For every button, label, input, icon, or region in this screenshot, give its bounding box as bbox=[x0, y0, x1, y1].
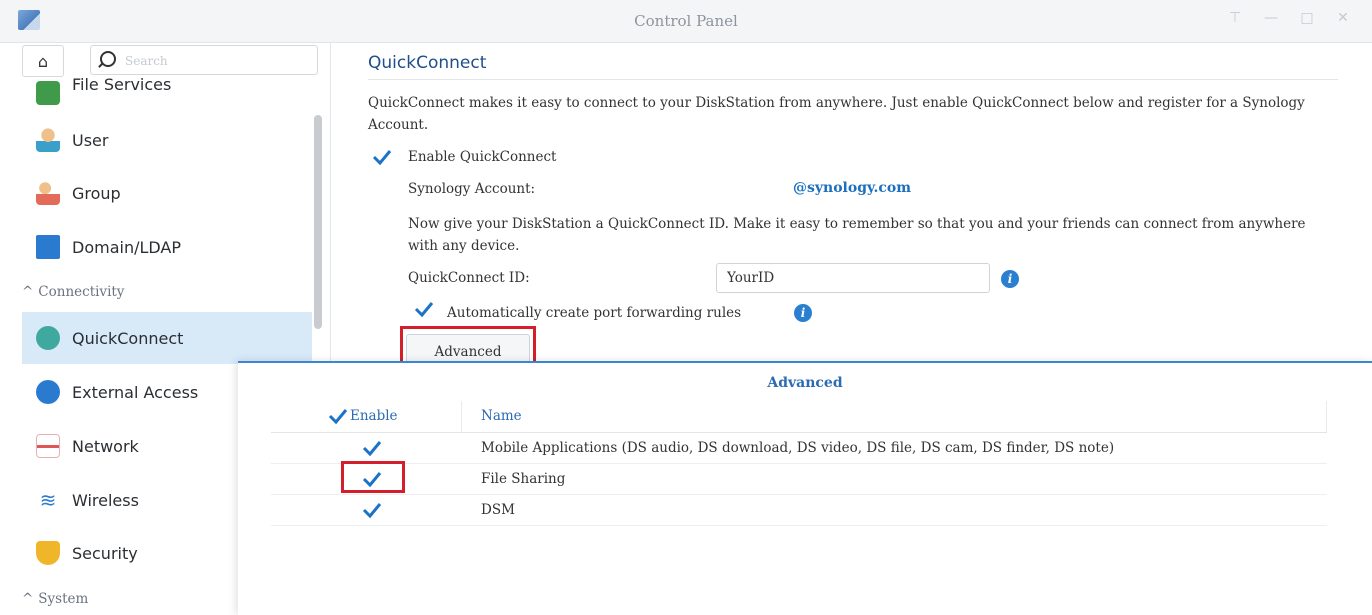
sidebar-item-label: Network bbox=[72, 436, 139, 456]
checkmark-icon bbox=[414, 302, 434, 318]
checkmark-icon bbox=[328, 409, 348, 425]
quickconnect-id-description: Now give your DiskStation a QuickConnect… bbox=[408, 216, 1306, 254]
port-forwarding-checkbox[interactable] bbox=[414, 300, 434, 318]
file-services-icon bbox=[36, 81, 60, 105]
synology-account-value: @synology.com bbox=[793, 180, 912, 196]
group-icon bbox=[36, 181, 60, 205]
sidebar-item-domain-ldap[interactable]: Domain/LDAP bbox=[22, 222, 312, 272]
sidebar-item-file-services[interactable]: File Services bbox=[22, 61, 312, 111]
wifi-icon: ≋ bbox=[39, 488, 57, 512]
row-name: File Sharing bbox=[481, 471, 566, 487]
globe-icon bbox=[36, 380, 60, 404]
sidebar-item-label: Security bbox=[72, 543, 138, 563]
close-icon[interactable]: ✕ bbox=[1336, 11, 1350, 25]
info-icon[interactable]: i bbox=[794, 304, 812, 322]
checkmark-icon bbox=[362, 441, 382, 457]
quickconnect-description: QuickConnect makes it easy to connect to… bbox=[368, 95, 1305, 133]
sidebar-item-label: QuickConnect bbox=[72, 328, 184, 348]
advanced-dialog: Advanced Enable Name Mobile Applications… bbox=[238, 361, 1372, 615]
sidebar-item-label: File Services bbox=[72, 75, 172, 94]
highlight-box-file-sharing bbox=[341, 461, 405, 493]
row-name: DSM bbox=[481, 502, 515, 518]
checkmark-icon bbox=[372, 150, 392, 166]
quickconnect-id-input[interactable] bbox=[716, 263, 990, 293]
page-title: QuickConnect bbox=[368, 53, 487, 73]
table-header: Enable Name bbox=[271, 401, 1327, 433]
user-icon bbox=[36, 128, 60, 152]
sidebar-item-label: External Access bbox=[72, 382, 199, 402]
checkmark-icon bbox=[362, 503, 382, 519]
section-system[interactable]: ^ System bbox=[22, 591, 88, 607]
table-row[interactable]: Mobile Applications (DS audio, DS downlo… bbox=[271, 433, 1327, 464]
column-separator bbox=[461, 401, 462, 432]
minimize-icon[interactable]: — bbox=[1264, 11, 1278, 25]
table-row[interactable]: File Sharing bbox=[271, 464, 1327, 495]
synology-account-label: Synology Account: bbox=[408, 181, 536, 197]
row-name: Mobile Applications (DS audio, DS downlo… bbox=[481, 440, 1115, 456]
chevron-up-icon: ^ bbox=[22, 284, 34, 300]
pin-icon[interactable]: ⊤ bbox=[1228, 11, 1242, 25]
dialog-title: Advanced bbox=[767, 375, 843, 391]
select-all-checkbox[interactable] bbox=[328, 407, 348, 425]
network-home-icon bbox=[36, 434, 60, 458]
column-header-name[interactable]: Name bbox=[481, 408, 522, 424]
port-forwarding-label: Automatically create port forwarding rul… bbox=[447, 305, 742, 321]
shield-icon bbox=[36, 541, 60, 565]
window-controls: ⊤ — □ ✕ bbox=[1228, 11, 1350, 25]
sidebar-item-group[interactable]: Group bbox=[22, 168, 312, 218]
domain-ldap-icon bbox=[36, 235, 60, 259]
sidebar-item-label: Wireless bbox=[72, 490, 139, 510]
maximize-icon[interactable]: □ bbox=[1300, 11, 1314, 25]
enable-quickconnect-checkbox[interactable] bbox=[372, 148, 392, 166]
sidebar-item-label: User bbox=[72, 130, 109, 150]
section-label: Connectivity bbox=[38, 284, 125, 300]
row-enable-checkbox[interactable] bbox=[362, 501, 382, 519]
title-bar: Control Panel ⊤ — □ ✕ bbox=[0, 0, 1372, 43]
quickconnect-icon bbox=[36, 326, 60, 350]
info-icon[interactable]: i bbox=[1001, 270, 1019, 288]
table-row[interactable]: DSM bbox=[271, 495, 1327, 526]
window-title: Control Panel bbox=[634, 12, 738, 30]
sidebar-item-label: Group bbox=[72, 183, 121, 203]
column-header-enable[interactable]: Enable bbox=[350, 408, 398, 424]
enable-quickconnect-label: Enable QuickConnect bbox=[408, 149, 557, 165]
column-separator bbox=[1326, 401, 1327, 432]
divider bbox=[368, 79, 1338, 80]
quickconnect-id-label: QuickConnect ID: bbox=[408, 270, 530, 286]
chevron-up-icon: ^ bbox=[22, 591, 34, 607]
section-label: System bbox=[38, 591, 89, 607]
sidebar-item-label: Domain/LDAP bbox=[72, 237, 182, 257]
section-connectivity[interactable]: ^ Connectivity bbox=[22, 284, 124, 300]
sidebar-item-quickconnect[interactable]: QuickConnect bbox=[22, 312, 312, 364]
sidebar-item-user[interactable]: User bbox=[22, 115, 312, 165]
sidebar-scrollbar[interactable] bbox=[314, 115, 322, 329]
row-enable-checkbox[interactable] bbox=[362, 439, 382, 457]
